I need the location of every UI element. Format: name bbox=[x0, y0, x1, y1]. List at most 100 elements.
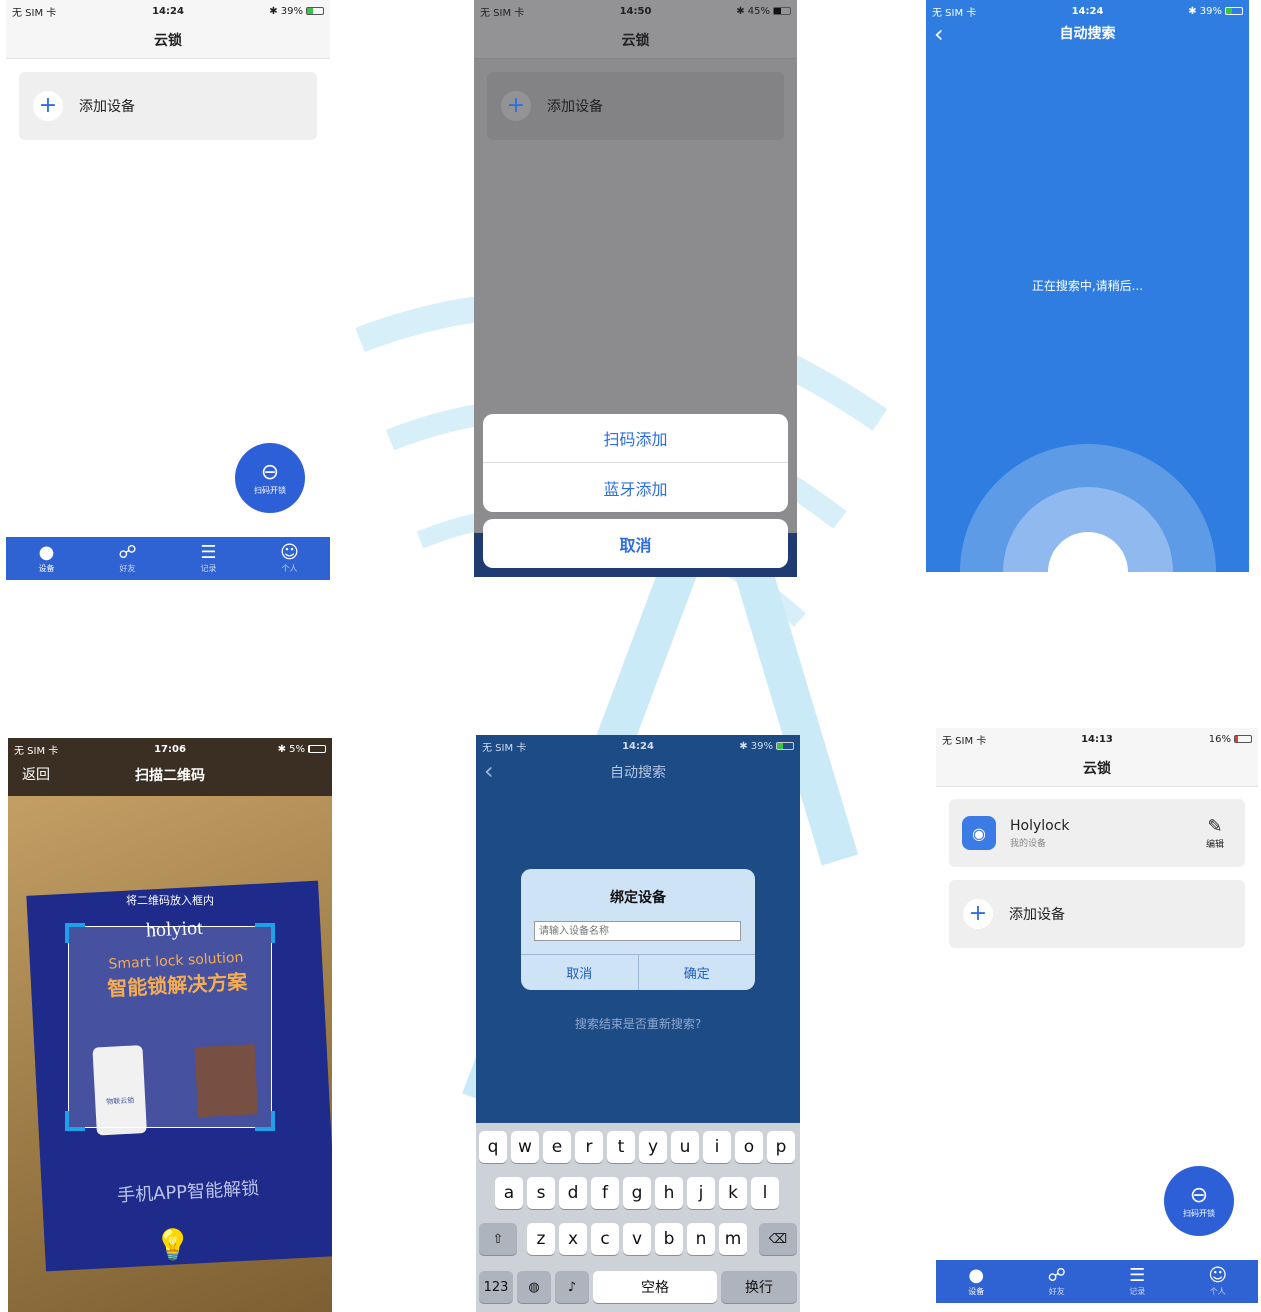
tab-bar: ● 设备 ☍ 好友 ☰ 记录 ☺ 个人 bbox=[6, 537, 330, 580]
tab-devices-label: 设备 bbox=[968, 1287, 985, 1296]
tab-profile[interactable]: ☺ 个人 bbox=[249, 537, 330, 580]
key-j[interactable]: j bbox=[687, 1177, 715, 1209]
keyboard: q w e r t y u i o p a s d f g h j k l ⇧ … bbox=[476, 1123, 800, 1312]
scan-add-option[interactable]: 扫码添加 bbox=[483, 414, 788, 463]
status-bar: 无 SIM 卡 14:24 ✱ 39% bbox=[6, 0, 330, 22]
tab-friends[interactable]: ☍ 好友 bbox=[1017, 1260, 1098, 1303]
globe-icon: ◍ bbox=[528, 1279, 540, 1295]
add-device-button[interactable]: + 添加设备 bbox=[19, 72, 317, 140]
scan-unlock-button[interactable]: ⊖ 扫码开锁 bbox=[1164, 1166, 1234, 1236]
cancel-button[interactable]: 取消 bbox=[483, 519, 788, 568]
key-h[interactable]: h bbox=[655, 1177, 683, 1209]
status-time: 14:50 bbox=[619, 5, 652, 17]
key-v[interactable]: v bbox=[623, 1223, 651, 1255]
key-c[interactable]: c bbox=[591, 1223, 619, 1255]
add-device-button[interactable]: + 添加设备 bbox=[487, 72, 784, 140]
battery-icon bbox=[1233, 734, 1252, 743]
battery-percent: 5% bbox=[289, 743, 305, 755]
poster-footer: 手机APP智能解锁 bbox=[116, 1178, 260, 1207]
friends-icon: ☍ bbox=[1047, 1265, 1066, 1286]
research-prompt[interactable]: 搜索结束是否重新搜索? bbox=[476, 1015, 800, 1032]
device-name-input[interactable] bbox=[534, 921, 741, 941]
key-u[interactable]: u bbox=[671, 1131, 699, 1163]
radar-animation bbox=[960, 444, 1216, 572]
page-title: 自动搜索 bbox=[610, 764, 666, 781]
friends-icon: ☍ bbox=[118, 542, 137, 563]
key-s[interactable]: s bbox=[527, 1177, 555, 1209]
space-key[interactable]: 空格 bbox=[593, 1271, 717, 1303]
key-n[interactable]: n bbox=[687, 1223, 715, 1255]
battery-indicator: ✱ 39% bbox=[220, 6, 324, 17]
carrier-label: 无 SIM 卡 bbox=[942, 735, 987, 747]
key-m[interactable]: m bbox=[719, 1223, 747, 1255]
key-o[interactable]: o bbox=[735, 1131, 763, 1163]
globe-key[interactable]: ◍ bbox=[517, 1271, 551, 1303]
screen-bind-device: 无 SIM 卡 14:24 ✱ 39% ‹ 自动搜索 绑定设备 取消 确定 搜索… bbox=[476, 735, 800, 1312]
bluetooth-add-option[interactable]: 蓝牙添加 bbox=[483, 463, 788, 512]
tab-devices[interactable]: ● 设备 bbox=[936, 1260, 1017, 1303]
key-b[interactable]: b bbox=[655, 1223, 683, 1255]
key-a[interactable]: a bbox=[495, 1177, 523, 1209]
key-t[interactable]: t bbox=[607, 1131, 635, 1163]
add-device-label: 添加设备 bbox=[1009, 907, 1065, 923]
page-title: 云锁 bbox=[6, 22, 330, 59]
key-r[interactable]: r bbox=[575, 1131, 603, 1163]
device-card[interactable]: ◉ Holylock 我的设备 ✎ 编辑 bbox=[949, 799, 1245, 867]
scan-icon: ⊖ bbox=[1189, 1182, 1209, 1208]
tab-friends[interactable]: ☍ 好友 bbox=[87, 537, 168, 580]
key-e[interactable]: e bbox=[543, 1131, 571, 1163]
plus-icon: + bbox=[33, 91, 63, 121]
battery-percent: 16% bbox=[1208, 733, 1231, 745]
mic-key[interactable]: ♪ bbox=[555, 1271, 589, 1303]
screen-auto-search: 无 SIM 卡 14:24 ✱ 39% ‹ 自动搜索 正在搜索中,请稍后... bbox=[926, 0, 1249, 572]
smiley-icon: ☺ bbox=[280, 542, 299, 563]
key-g[interactable]: g bbox=[623, 1177, 651, 1209]
add-device-label: 添加设备 bbox=[547, 99, 603, 115]
page-title: 云锁 bbox=[474, 22, 797, 59]
add-device-label: 添加设备 bbox=[79, 99, 135, 115]
key-p[interactable]: p bbox=[767, 1131, 795, 1163]
key-y[interactable]: y bbox=[639, 1131, 667, 1163]
status-time: 14:24 bbox=[152, 5, 184, 17]
scan-unlock-button[interactable]: ⊖ 扫码开锁 bbox=[235, 443, 305, 513]
key-l[interactable]: l bbox=[751, 1177, 779, 1209]
tab-bar: ● 设备 ☍ 好友 ☰ 记录 ☺ 个人 bbox=[936, 1260, 1258, 1303]
key-k[interactable]: k bbox=[719, 1177, 747, 1209]
tab-devices[interactable]: ● 设备 bbox=[6, 537, 87, 580]
shift-key[interactable]: ⇧ bbox=[479, 1223, 517, 1255]
tab-records[interactable]: ☰ 记录 bbox=[168, 537, 249, 580]
screen-home: 无 SIM 卡 14:24 ✱ 39% 云锁 + 添加设备 ⊖ 扫码开锁 ● 设备… bbox=[6, 0, 330, 580]
tab-friends-label: 好友 bbox=[119, 564, 136, 573]
key-w[interactable]: w bbox=[511, 1131, 539, 1163]
add-device-button[interactable]: + 添加设备 bbox=[949, 880, 1245, 948]
return-key[interactable]: 换行 bbox=[721, 1271, 797, 1303]
key-z[interactable]: z bbox=[527, 1223, 555, 1255]
key-x[interactable]: x bbox=[559, 1223, 587, 1255]
microphone-icon: ♪ bbox=[567, 1279, 577, 1295]
key-q[interactable]: q bbox=[479, 1131, 507, 1163]
flashlight-icon[interactable]: 💡 bbox=[154, 1228, 191, 1268]
dialog-cancel-button[interactable]: 取消 bbox=[521, 955, 639, 990]
battery-icon bbox=[773, 6, 792, 15]
battery-indicator: ✱ 39% bbox=[690, 741, 794, 752]
numbers-key[interactable]: 123 bbox=[479, 1271, 513, 1303]
key-d[interactable]: d bbox=[559, 1177, 587, 1209]
tab-profile-label: 个人 bbox=[1209, 1287, 1226, 1296]
carrier-label: 无 SIM 卡 bbox=[482, 742, 527, 754]
tab-profile-label: 个人 bbox=[281, 564, 298, 573]
tab-friends-label: 好友 bbox=[1048, 1287, 1065, 1296]
dialog-confirm-button[interactable]: 确定 bbox=[639, 955, 756, 990]
battery-percent: 39% bbox=[750, 740, 773, 752]
scan-frame bbox=[65, 923, 275, 1131]
status-bar: 无 SIM 卡 14:50 ✱ 45% bbox=[474, 0, 797, 22]
tab-records[interactable]: ☰ 记录 bbox=[1097, 1260, 1178, 1303]
backspace-key[interactable]: ⌫ bbox=[759, 1223, 797, 1255]
edit-button[interactable]: ✎ 编辑 bbox=[1193, 816, 1237, 850]
tab-profile[interactable]: ☺ 个人 bbox=[1178, 1260, 1259, 1303]
page-title: 自动搜索 bbox=[1059, 25, 1116, 42]
page-title: 扫描二维码 bbox=[135, 767, 205, 784]
key-i[interactable]: i bbox=[703, 1131, 731, 1163]
battery-icon bbox=[306, 6, 324, 15]
screen-qr-scanner: holyiot Smart lock solution 智能锁解决方案 物联云锁… bbox=[8, 738, 332, 1312]
key-f[interactable]: f bbox=[591, 1177, 619, 1209]
